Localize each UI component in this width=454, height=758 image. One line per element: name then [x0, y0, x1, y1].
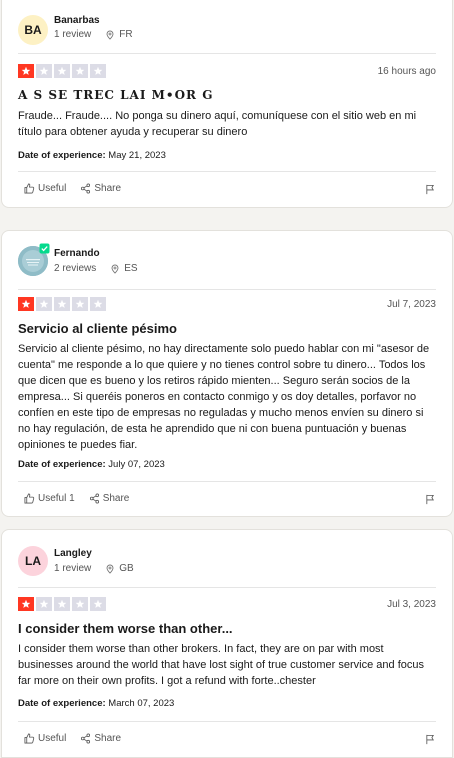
review-actions: Useful Share: [24, 733, 121, 744]
share-button[interactable]: Share: [89, 493, 130, 504]
experience-date: May 21, 2023: [108, 150, 166, 161]
reviewer-name[interactable]: Fernando: [54, 248, 100, 259]
star-rating: [18, 297, 106, 311]
review-body: Fraude... Fraude.... No ponga su dinero …: [18, 110, 417, 138]
share-label: Share: [102, 493, 130, 504]
date-of-experience: Date of experience: July 07, 2023: [18, 459, 165, 470]
review-title[interactable]: A S SE TREC LAI M•OR G: [18, 88, 213, 102]
star-icon: [72, 597, 88, 611]
useful-button[interactable]: Useful: [24, 183, 66, 194]
experience-label: Date of experience:: [18, 150, 106, 161]
star-icon: [36, 64, 52, 78]
reviewer-name[interactable]: Banarbas: [54, 15, 100, 26]
review-count: 2 reviews: [54, 263, 97, 274]
divider: [18, 289, 436, 290]
thumbs-up-icon: [24, 183, 35, 194]
share-button[interactable]: Share: [80, 733, 121, 744]
review-count: 1 review: [54, 29, 92, 40]
flag-icon[interactable]: [425, 184, 436, 195]
star-rating: [18, 597, 106, 611]
divider: [18, 171, 436, 172]
flag-icon[interactable]: [425, 734, 436, 745]
reviewer-meta: 1 review GB: [54, 563, 134, 574]
date-of-experience: Date of experience: May 21, 2023: [18, 150, 166, 161]
country-code: FR: [119, 29, 133, 40]
star-icon: [90, 297, 106, 311]
experience-label: Date of experience:: [18, 698, 106, 709]
location-pin-icon: [111, 264, 119, 274]
review-date: 16 hours ago: [377, 66, 436, 77]
star-icon: [36, 297, 52, 311]
useful-button[interactable]: Useful 1: [24, 493, 75, 504]
star-icon: [18, 64, 34, 78]
star-icon: [90, 64, 106, 78]
star-icon: [18, 597, 34, 611]
star-icon: [54, 597, 70, 611]
share-icon: [89, 493, 99, 504]
review-date: Jul 3, 2023: [387, 599, 436, 610]
review-date: Jul 7, 2023: [387, 299, 436, 310]
review-card: BA Banarbas 1 review FR 16 hours ago A S…: [1, 0, 453, 208]
review-actions: Useful Share: [24, 183, 121, 194]
experience-label: Date of experience:: [18, 459, 106, 470]
star-icon: [36, 597, 52, 611]
share-icon: [81, 183, 91, 194]
experience-date: March 07, 2023: [108, 698, 175, 709]
divider: [18, 587, 436, 588]
experience-date: July 07, 2023: [108, 459, 165, 470]
useful-label: Useful 1: [38, 493, 75, 504]
avatar[interactable]: LA: [18, 546, 48, 576]
avatar[interactable]: [18, 243, 50, 276]
flag-icon[interactable]: [425, 494, 436, 505]
star-icon: [54, 297, 70, 311]
review-title[interactable]: I consider them worse than other...: [18, 621, 233, 636]
reviewer-meta: 1 review FR: [54, 29, 133, 40]
review-body: Servicio al cliente pésimo, no hay direc…: [18, 343, 430, 451]
country-code: ES: [124, 263, 138, 274]
date-of-experience: Date of experience: March 07, 2023: [18, 698, 174, 709]
divider: [18, 721, 436, 722]
divider: [18, 481, 436, 482]
useful-label: Useful: [38, 183, 67, 194]
star-icon: [18, 297, 34, 311]
star-icon: [90, 597, 106, 611]
divider: [18, 53, 436, 54]
review-body: I consider them worse than other brokers…: [18, 643, 424, 687]
avatar[interactable]: BA: [18, 15, 48, 45]
share-button[interactable]: Share: [80, 183, 121, 194]
useful-label: Useful: [38, 733, 67, 744]
verified-icon: [39, 243, 50, 254]
star-rating: [18, 64, 106, 78]
share-label: Share: [94, 183, 122, 194]
review-card: LA Langley 1 review GB Jul 3, 2023 I con…: [1, 529, 453, 758]
reviewer-name[interactable]: Langley: [54, 548, 92, 559]
star-icon: [72, 297, 88, 311]
share-icon: [81, 733, 91, 744]
review-card: Fernando 2 reviews ES Jul 7, 2023 Servic…: [1, 230, 453, 517]
location-pin-icon: [106, 564, 114, 574]
country-code: GB: [119, 563, 134, 574]
review-actions: Useful 1 Share: [24, 493, 129, 504]
review-title[interactable]: Servicio al cliente pésimo: [18, 321, 177, 336]
star-icon: [72, 64, 88, 78]
location-pin-icon: [106, 30, 114, 40]
review-count: 1 review: [54, 563, 92, 574]
thumbs-up-icon: [24, 733, 35, 744]
reviewer-meta: 2 reviews ES: [54, 263, 138, 274]
share-label: Share: [94, 733, 122, 744]
star-icon: [54, 64, 70, 78]
useful-button[interactable]: Useful: [24, 733, 66, 744]
thumbs-up-icon: [24, 493, 35, 504]
